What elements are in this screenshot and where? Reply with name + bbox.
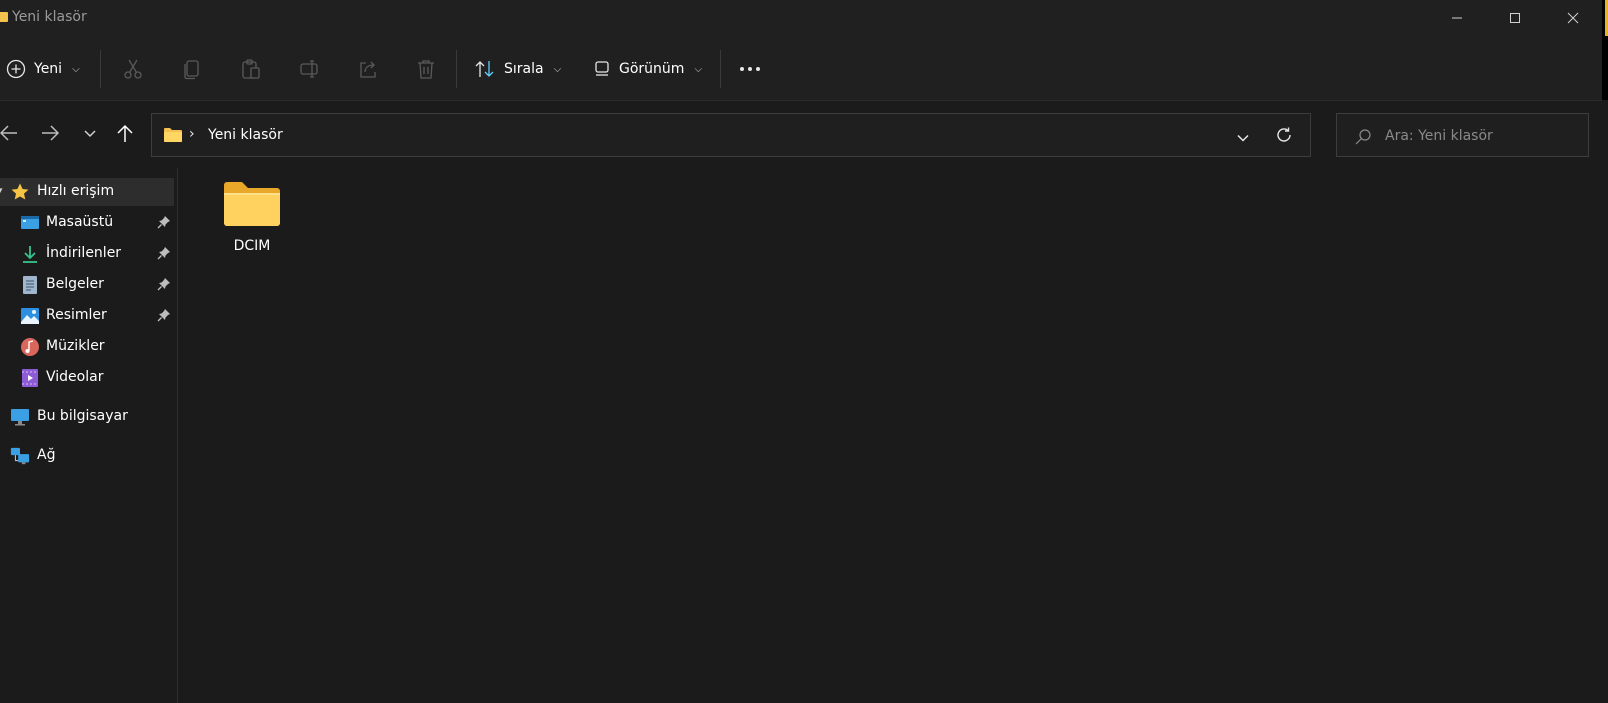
sidebar-item-downloads[interactable]: İndirilenler	[0, 240, 174, 268]
minimize-button[interactable]	[1428, 0, 1486, 36]
documents-icon	[20, 275, 40, 295]
copy-button[interactable]	[180, 57, 204, 81]
sidebar-item-desktop[interactable]: Masaüstü	[0, 209, 174, 237]
paste-button[interactable]	[239, 57, 263, 81]
pin-icon[interactable]	[157, 277, 171, 295]
chevron-down-icon: ⌵	[553, 63, 562, 75]
command-bar: Yeni ⌵ Sırala ⌵ Görünüm ⌵	[0, 36, 1602, 101]
address-history-button[interactable]	[1236, 128, 1250, 147]
sidebar-item-this-pc[interactable]: Bu bilgisayar	[0, 403, 174, 431]
close-button[interactable]	[1544, 0, 1602, 36]
folder-item[interactable]: DCIM	[208, 181, 296, 267]
toolbar-separator	[456, 50, 457, 88]
sidebar-item-label: Videolar	[46, 369, 104, 385]
chevron-down-icon	[84, 130, 96, 138]
view-button-label: Görünüm	[619, 61, 685, 77]
folder-icon	[224, 182, 280, 226]
sidebar-item-label: Masaüstü	[46, 214, 114, 230]
more-icon	[740, 67, 760, 71]
search-box[interactable]	[1336, 113, 1589, 157]
sidebar-item-label: Resimler	[46, 307, 107, 323]
sort-button-label: Sırala	[504, 61, 544, 77]
more-options-button[interactable]	[738, 57, 762, 81]
folder-name: DCIM	[233, 238, 271, 254]
refresh-button[interactable]	[1275, 126, 1293, 148]
title-bar[interactable]: Yeni klasör	[0, 0, 1602, 36]
navigation-pane: ▾ Hızlı erişim Masaüstü İndirilenler Bel…	[0, 165, 178, 703]
sidebar-item-label: Bu bilgisayar	[37, 408, 128, 424]
music-icon	[20, 337, 40, 357]
search-icon	[1355, 129, 1371, 145]
sidebar-item-documents[interactable]: Belgeler	[0, 271, 174, 299]
sidebar-item-network[interactable]: Ağ	[0, 442, 174, 470]
navigation-row: › Yeni klasör	[0, 101, 1602, 165]
star-icon	[10, 182, 30, 202]
paste-icon	[242, 59, 260, 79]
sidebar-item-pictures[interactable]: Resimler	[0, 302, 174, 330]
sidebar-item-quick-access[interactable]: ▾ Hızlı erişim	[0, 178, 174, 206]
chevron-down-icon: ⌵	[694, 63, 703, 75]
refresh-icon	[1277, 127, 1291, 142]
share-icon	[360, 61, 376, 78]
download-icon	[20, 244, 40, 264]
copy-icon	[184, 60, 199, 80]
sort-icon	[475, 61, 494, 77]
sidebar-item-label: Belgeler	[46, 276, 104, 292]
folder-icon	[0, 12, 8, 22]
sort-button[interactable]: Sırala ⌵	[474, 50, 561, 88]
toolbar-separator	[720, 50, 721, 88]
chevron-down-icon: ⌵	[72, 63, 80, 75]
chevron-down-icon	[1237, 134, 1249, 142]
search-input[interactable]	[1385, 124, 1580, 148]
videos-icon	[20, 368, 40, 388]
pictures-icon	[20, 306, 40, 326]
rename-icon	[300, 60, 318, 78]
pin-icon[interactable]	[157, 308, 171, 326]
back-button[interactable]	[0, 121, 22, 145]
toolbar-separator	[100, 50, 101, 88]
view-icon	[595, 61, 609, 76]
maximize-button[interactable]	[1486, 0, 1544, 36]
sidebar-item-label: Müzikler	[46, 338, 105, 354]
delete-button[interactable]	[414, 57, 438, 81]
share-button[interactable]	[356, 57, 380, 81]
new-button[interactable]: Yeni ⌵	[6, 50, 80, 88]
arrow-up-icon	[117, 124, 133, 142]
view-button[interactable]: Görünüm ⌵	[593, 50, 702, 88]
computer-icon	[10, 407, 30, 427]
breadcrumb-item[interactable]: Yeni klasör	[208, 127, 283, 143]
recent-locations-button[interactable]	[76, 121, 104, 145]
network-icon	[10, 446, 30, 466]
up-button[interactable]	[111, 121, 139, 145]
sidebar-item-label: Ağ	[37, 447, 56, 463]
sidebar-item-label: İndirilenler	[46, 245, 122, 261]
pin-icon[interactable]	[157, 246, 171, 264]
address-bar[interactable]: › Yeni klasör	[151, 113, 1311, 157]
arrow-left-icon	[0, 125, 17, 141]
folder-icon	[164, 128, 182, 142]
cut-icon	[124, 59, 142, 79]
desktop-icon	[20, 213, 40, 233]
pin-icon[interactable]	[157, 215, 171, 233]
minimize-icon	[1452, 17, 1462, 19]
arrow-right-icon	[42, 125, 60, 141]
add-circle-icon	[6, 59, 26, 79]
close-icon	[1567, 12, 1579, 24]
sidebar-item-music[interactable]: Müzikler	[0, 333, 174, 361]
breadcrumb-chevron-icon: ›	[189, 126, 195, 142]
new-button-label: Yeni	[34, 61, 63, 77]
cut-button[interactable]	[121, 57, 145, 81]
maximize-icon	[1510, 13, 1520, 23]
sidebar-item-label: Hızlı erişim	[37, 183, 115, 199]
rename-button[interactable]	[298, 57, 322, 81]
file-list[interactable]: DCIM	[178, 165, 1602, 703]
forward-button[interactable]	[37, 121, 65, 145]
sidebar-item-videos[interactable]: Videolar	[0, 364, 174, 392]
window-title: Yeni klasör	[12, 9, 87, 25]
trash-icon	[418, 60, 434, 79]
expand-chevron-icon: ▾	[0, 186, 3, 196]
file-explorer-window: Yeni klasör Yeni ⌵ Sırala ⌵ Görünüm ⌵ › …	[0, 0, 1608, 703]
